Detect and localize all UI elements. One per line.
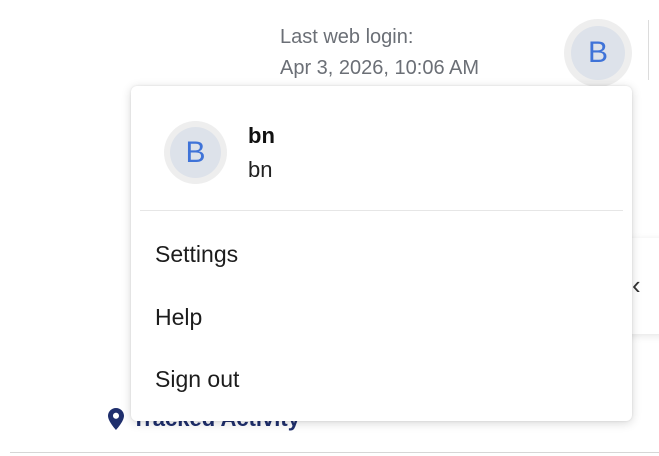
map-pin-icon: [108, 408, 124, 430]
avatar-initial: B: [571, 26, 625, 80]
menu-item-help[interactable]: Help: [131, 286, 632, 348]
chevron-left-icon[interactable]: ‹: [632, 272, 641, 298]
avatar-initial: B: [170, 127, 221, 178]
menu-item-sign-out[interactable]: Sign out: [131, 348, 632, 410]
menu-divider: [140, 210, 623, 211]
section-divider: [10, 452, 659, 453]
header-divider: [648, 20, 649, 80]
user-name: bn: [248, 123, 275, 148]
last-login-info: Last web login: Apr 3, 2026, 10:06 AM: [280, 22, 479, 84]
last-login-label: Last web login:: [280, 26, 414, 48]
avatar: B: [164, 121, 227, 184]
last-login-timestamp: Apr 3, 2026, 10:06 AM: [280, 57, 480, 79]
menu-item-settings[interactable]: Settings: [131, 223, 632, 285]
user-menu-dropdown: B bn bn Settings Help Sign out: [131, 86, 632, 421]
user-menu-profile: B bn bn: [131, 86, 632, 210]
user-email: bn: [248, 157, 273, 182]
page: Last web login: Apr 3, 2026, 10:06 AM B …: [0, 0, 659, 456]
user-avatar-button[interactable]: B: [564, 19, 632, 87]
